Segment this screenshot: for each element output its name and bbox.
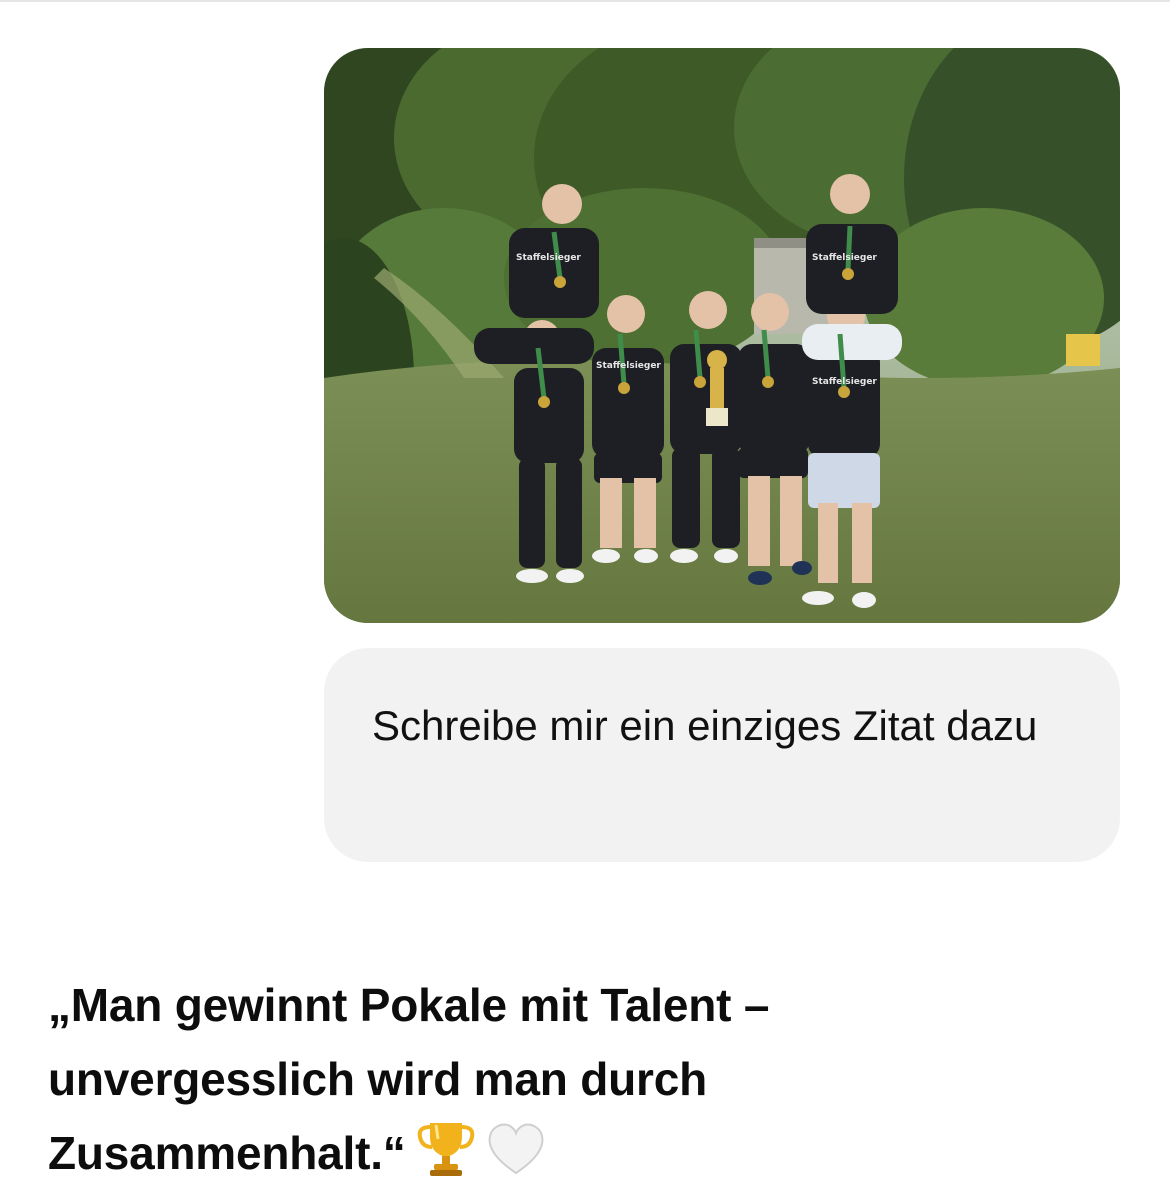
assistant-message: „Man gewinnt Pokale mit Talent – unverge… <box>48 968 1048 1190</box>
white-heart-icon <box>486 1121 546 1177</box>
user-attached-photo[interactable]: Staffelsieger Staffelsieger Staffelsiege… <box>324 48 1120 623</box>
trophy-icon <box>416 1119 476 1177</box>
user-message-text: Schreibe mir ein einziges Zitat dazu <box>372 702 1038 749</box>
user-message-bubble: Schreibe mir ein einziges Zitat dazu <box>324 648 1120 862</box>
shirt-text: Staffelsieger <box>812 253 877 263</box>
top-divider <box>0 0 1170 2</box>
team-photo: Staffelsieger Staffelsieger Staffelsiege… <box>324 48 1120 623</box>
shirt-text: Staffelsieger <box>812 377 877 387</box>
shirt-text: Staffelsieger <box>596 361 661 371</box>
shirt-text: Staffelsieger <box>516 253 581 263</box>
assistant-message-text: „Man gewinnt Pokale mit Talent – unverge… <box>48 979 770 1179</box>
